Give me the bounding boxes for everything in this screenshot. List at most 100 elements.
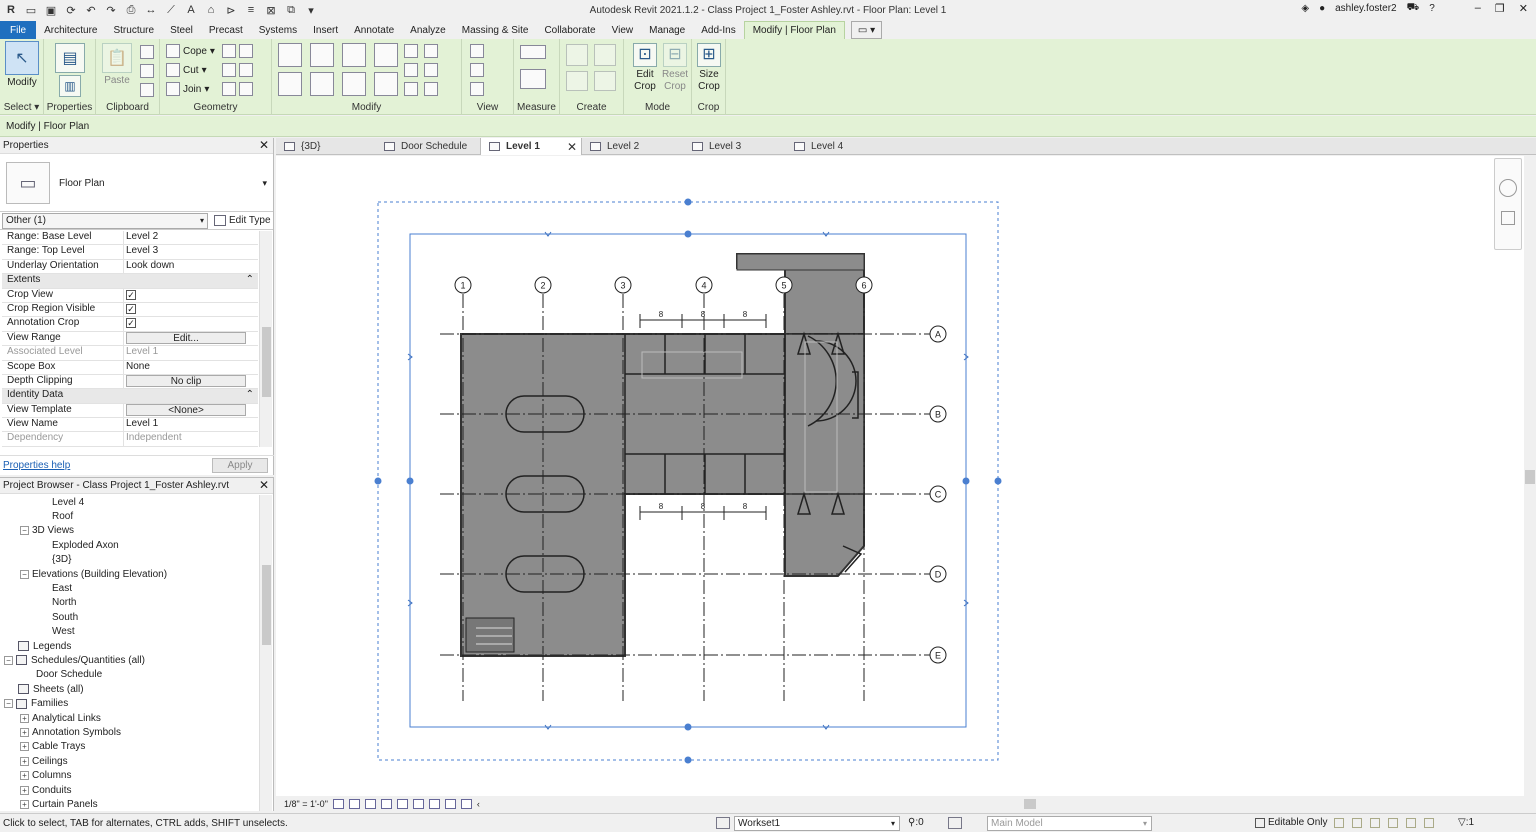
expand-icon[interactable]: + (20, 742, 29, 752)
browser-node[interactable]: + Annotation Symbols (0, 725, 258, 739)
text-icon[interactable]: A (184, 3, 198, 17)
properties-scrollbar[interactable] (259, 231, 272, 447)
ribbon-tab[interactable]: File (0, 21, 37, 39)
browser-node[interactable]: East (0, 581, 258, 595)
select-links-icon[interactable] (1334, 818, 1344, 828)
chevron-left-icon[interactable]: ‹ (477, 799, 480, 809)
browser-node[interactable]: + Ceilings (0, 754, 258, 768)
collapse-icon[interactable]: ⌃ (246, 389, 254, 400)
array-icon[interactable] (404, 63, 418, 77)
section-icon[interactable]: ⊳ (224, 3, 238, 17)
steering-wheel-icon[interactable] (1499, 179, 1517, 197)
create-group-icon[interactable] (566, 71, 588, 91)
chevron-down-icon[interactable]: ▾ (262, 178, 267, 189)
close-hidden-windows-icon[interactable]: ⊠ (264, 3, 278, 17)
background-process-icon[interactable] (1424, 818, 1434, 828)
cope-button[interactable]: Cope ▾ (166, 44, 215, 58)
browser-node[interactable]: {3D} (0, 553, 258, 567)
browser-node[interactable]: − Elevations (Building Elevation) (0, 567, 258, 581)
unpin-icon[interactable] (424, 63, 438, 77)
move-icon[interactable] (278, 72, 302, 96)
browser-node[interactable]: + Analytical Links (0, 711, 258, 725)
collapse-icon[interactable]: − (20, 569, 29, 579)
property-value[interactable]: Level 2 (124, 231, 258, 244)
user-name[interactable]: ashley.foster2 (1335, 3, 1397, 14)
ribbon-tab[interactable]: Add-Ins (693, 21, 743, 39)
thin-lines-icon[interactable]: ≡ (244, 3, 258, 17)
property-value[interactable]: Look down (124, 260, 258, 273)
type-properties-icon[interactable]: ▥ (59, 75, 81, 97)
size-crop-button[interactable]: ⊞ Size Crop (696, 43, 722, 93)
property-button[interactable]: Edit... (126, 331, 246, 344)
scrollbar-thumb[interactable] (262, 327, 271, 397)
create-parts-icon[interactable] (594, 44, 616, 66)
browser-node[interactable]: + Curtain Panels (0, 797, 258, 811)
ribbon-tab[interactable]: Structure (105, 21, 162, 39)
browser-node[interactable]: + Cable Trays (0, 740, 258, 754)
cut-clipboard-icon[interactable] (140, 45, 154, 59)
filter-count[interactable]: ▽:1 (1458, 817, 1474, 828)
save-icon[interactable]: ▣ (44, 3, 58, 17)
override-graphics-icon[interactable] (470, 63, 484, 77)
drag-on-selection-icon[interactable] (1406, 818, 1416, 828)
collapse-icon[interactable]: ⌃ (246, 274, 254, 285)
customize-qat-icon[interactable]: ▾ (304, 3, 318, 17)
close-tab-icon[interactable]: ✕ (567, 140, 577, 154)
collapse-icon[interactable]: − (4, 699, 13, 709)
detail-level-icon[interactable] (332, 799, 344, 809)
create-assembly-icon[interactable] (566, 44, 588, 66)
ribbon-tab[interactable]: View (604, 21, 642, 39)
browser-scrollbar[interactable] (259, 495, 272, 811)
expand-icon[interactable]: + (20, 756, 29, 766)
ribbon-tab[interactable]: Systems (251, 21, 305, 39)
expand-icon[interactable]: + (20, 713, 29, 723)
ribbon-tab[interactable]: Analyze (402, 21, 454, 39)
zoom-icon[interactable] (1501, 211, 1515, 225)
property-checkbox[interactable]: ✓ (126, 303, 136, 314)
edit-crop-button[interactable]: ⊡ Edit Crop (630, 43, 660, 93)
hide-in-view-icon[interactable] (470, 44, 484, 58)
apply-button[interactable]: Apply (212, 458, 268, 473)
floor-plan-drawing[interactable]: 8 8 8 8 8 8 1 2 3 4 5 6 A B C D E (276, 156, 1524, 796)
view-tab[interactable]: Door Schedule (376, 138, 480, 155)
temporary-hide-icon[interactable] (428, 799, 440, 809)
property-checkbox[interactable]: ✓ (126, 318, 136, 329)
wall-joins-icon[interactable] (222, 63, 236, 77)
open-icon[interactable]: ▭ (24, 3, 38, 17)
collapse-icon[interactable]: − (20, 526, 29, 536)
switch-windows-icon[interactable]: ⧉ (284, 3, 298, 17)
ribbon-tab[interactable]: Collaborate (536, 21, 603, 39)
redo-icon[interactable]: ↷ (104, 3, 118, 17)
select-by-face-icon[interactable] (1388, 818, 1398, 828)
ribbon-tab[interactable]: Modify | Floor Plan (743, 21, 845, 39)
pin-icon[interactable] (424, 44, 438, 58)
browser-node[interactable]: Sheets (all) (0, 682, 258, 696)
offset-icon[interactable] (310, 43, 334, 67)
view-scale[interactable]: 1/8" = 1'-0" (284, 799, 328, 809)
ribbon-tab[interactable]: Insert (305, 21, 346, 39)
sun-path-icon[interactable] (364, 799, 376, 809)
browser-node[interactable]: Exploded Axon (0, 538, 258, 552)
view-tab[interactable]: {3D} (276, 138, 376, 155)
rotate-icon[interactable] (342, 72, 366, 96)
view-tab[interactable]: Level 1 ✕ (480, 138, 582, 155)
expand-icon[interactable]: + (20, 785, 29, 795)
modify-button[interactable]: ↖ Modify (5, 41, 39, 88)
help-icon[interactable]: ? (1429, 3, 1435, 14)
aligned-dimension-icon[interactable]: ⟋ (164, 3, 178, 17)
cut-button[interactable]: Cut ▾ (166, 63, 207, 77)
worksharing-display-icon[interactable] (460, 799, 472, 809)
crop-view-icon[interactable] (396, 799, 408, 809)
show-crop-region-icon[interactable] (412, 799, 424, 809)
binoculars-icon[interactable]: ◈ (1301, 3, 1309, 14)
browser-node[interactable]: + Conduits (0, 783, 258, 797)
design-options-icon[interactable] (948, 817, 962, 829)
remove-paint-icon[interactable] (222, 82, 236, 96)
restore-icon[interactable]: ❐ (1495, 2, 1505, 15)
reset-crop-button[interactable]: ⊟ Reset Crop (660, 43, 690, 93)
active-workset-select[interactable]: Workset1 ▾ (734, 816, 900, 831)
minimize-icon[interactable]: – (1475, 2, 1481, 15)
expand-icon[interactable]: + (20, 771, 29, 781)
view-tab[interactable]: Level 2 (582, 138, 684, 155)
browser-node[interactable]: −3D Views (0, 524, 258, 538)
